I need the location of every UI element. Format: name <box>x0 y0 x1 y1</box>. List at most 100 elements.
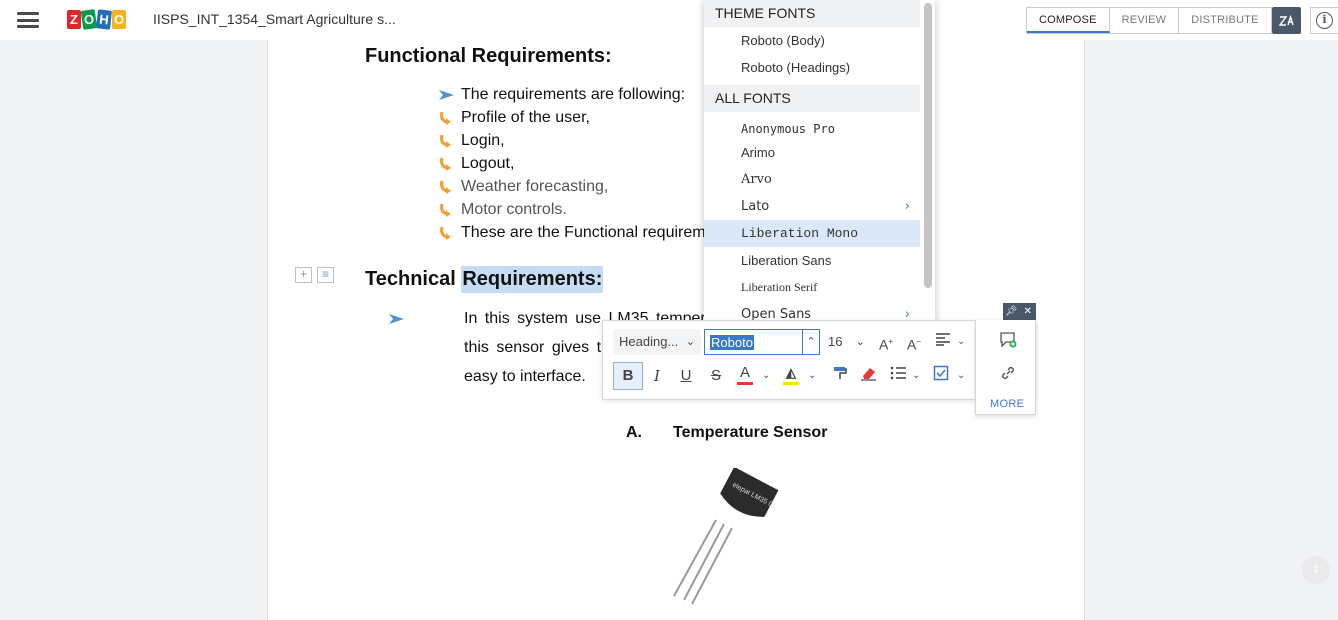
list-item[interactable]: Login, <box>438 129 714 152</box>
curved-arrow-bullet-icon <box>440 157 451 171</box>
font-option[interactable]: Arvo <box>704 166 920 193</box>
font-option-highlighted[interactable]: Liberation Mono <box>704 220 920 247</box>
pin-icon[interactable]: 📌︎ <box>1003 303 1020 320</box>
font-size-select[interactable]: 16 ⌄ <box>822 329 869 355</box>
strikethrough-icon[interactable]: S <box>705 365 727 387</box>
top-bar: Z O H O IISPS_INT_1354_Smart Agriculture… <box>0 0 1338 40</box>
theme-fonts-header: THEME FONTS <box>704 0 920 27</box>
font-option[interactable]: Lato › <box>704 193 920 220</box>
font-color-icon[interactable]: A <box>734 364 756 386</box>
info-button[interactable]: i <box>1310 7 1338 34</box>
selected-text[interactable]: Requirements: <box>461 266 604 293</box>
document-title[interactable]: IISPS_INT_1354_Smart Agriculture s... <box>153 11 396 27</box>
chevron-down-icon[interactable]: ⌄ <box>912 370 920 381</box>
list-item-text: The requirements are following: <box>461 86 686 103</box>
link-icon[interactable] <box>997 365 1019 387</box>
list-item-text: Login, <box>461 132 505 149</box>
paragraph-style-select[interactable]: Heading... ⌄ <box>613 329 701 355</box>
all-fonts-header: ALL FONTS <box>704 85 920 112</box>
block-menu-icon[interactable]: ≡ <box>317 267 334 283</box>
list-item-text: These are the Functional requireme <box>461 224 715 241</box>
font-option[interactable]: Liberation Sans <box>704 247 920 274</box>
curved-arrow-bullet-icon <box>440 203 451 217</box>
chevron-down-icon[interactable]: ⌄ <box>957 336 965 347</box>
font-option[interactable]: Roboto (Body) <box>704 27 920 54</box>
logo-letter: Z <box>67 10 81 29</box>
curved-arrow-bullet-icon <box>440 180 451 194</box>
zoho-logo[interactable]: Z O H O <box>67 9 126 30</box>
font-size-increase-icon[interactable]: A+ <box>875 331 897 353</box>
heading-functional-requirements[interactable]: Functional Requirements: <box>365 45 612 68</box>
highlight-icon[interactable]: ◭ <box>780 364 802 386</box>
underline-icon[interactable]: U <box>675 365 697 387</box>
style-value: Heading... <box>619 334 679 349</box>
bold-icon[interactable]: B <box>613 362 643 390</box>
font-option[interactable]: Roboto (Headings) <box>704 54 920 81</box>
list-item[interactable]: Motor controls. <box>438 198 714 221</box>
caption-text: Temperature Sensor <box>673 424 828 441</box>
font-family-input[interactable]: Roboto ⌃ <box>704 329 820 355</box>
list-item-text: Logout, <box>461 155 515 172</box>
font-family-dropdown[interactable]: THEME FONTS Roboto (Body) Roboto (Headin… <box>704 0 935 330</box>
font-option-label: Lato <box>741 199 770 214</box>
dropdown-scrollbar[interactable] <box>924 3 932 288</box>
list-item[interactable]: The requirements are following: <box>438 83 714 106</box>
arrow-bullet-icon <box>439 90 454 100</box>
heading-text: Technical <box>365 268 462 290</box>
heading-technical-requirements[interactable]: Technical Requirements: <box>365 266 604 293</box>
curved-arrow-bullet-icon <box>440 134 451 148</box>
section-tools: + ≡ <box>295 267 334 283</box>
tab-distribute[interactable]: DISTRIBUTE <box>1179 8 1270 33</box>
format-painter-icon[interactable] <box>829 365 851 387</box>
add-block-icon[interactable]: + <box>295 267 312 283</box>
zia-icon <box>1278 14 1294 26</box>
toolbar-pin-close: 📌︎ ✕ <box>1003 303 1036 320</box>
size-value: 16 <box>828 334 843 349</box>
sensor-body: elepat LM35 01 <box>720 468 779 517</box>
list-item[interactable]: Weather forecasting, <box>438 175 714 198</box>
list-item-text: Motor controls. <box>461 201 567 218</box>
list-item-text: Weather forecasting, <box>461 178 609 195</box>
list-item[interactable]: Profile of the user, <box>438 106 714 129</box>
list-item-text: Profile of the user, <box>461 109 590 126</box>
curved-arrow-bullet-icon <box>440 111 451 125</box>
sensor-leads <box>673 519 733 605</box>
caption-letter: A. <box>626 424 642 441</box>
italic-icon[interactable]: I <box>646 365 668 387</box>
temperature-sensor-image[interactable]: elepat LM35 01 <box>666 468 786 608</box>
tab-review[interactable]: REVIEW <box>1110 8 1180 33</box>
font-option[interactable]: Anonymous Pro <box>704 112 920 139</box>
mode-tabs: COMPOSE REVIEW DISTRIBUTE <box>1026 7 1272 34</box>
tab-compose[interactable]: COMPOSE <box>1027 8 1110 33</box>
chevron-right-icon: › <box>904 199 910 214</box>
chevron-down-icon[interactable]: ⌄ <box>957 370 965 381</box>
logo-letter: O <box>80 9 98 30</box>
arrow-bullet-icon <box>389 314 404 324</box>
chevron-up-icon[interactable]: ⌃ <box>802 330 819 354</box>
scroll-to-top-icon[interactable]: ⇕ <box>1302 556 1330 584</box>
chevron-down-icon[interactable]: ⌄ <box>808 370 816 381</box>
list-item[interactable]: Logout, <box>438 152 714 175</box>
more-options-button[interactable]: MORE <box>990 398 1024 410</box>
chevron-down-icon: ⌄ <box>855 336 865 348</box>
align-left-icon[interactable] <box>932 331 954 353</box>
chevron-down-icon[interactable]: ⌄ <box>762 370 770 381</box>
requirements-list: The requirements are following: Profile … <box>438 83 714 244</box>
hamburger-menu-icon[interactable] <box>17 12 39 28</box>
checklist-icon[interactable] <box>930 365 952 387</box>
chevron-down-icon: ⌄ <box>685 336 695 348</box>
curved-arrow-bullet-icon <box>440 226 451 240</box>
font-size-decrease-icon[interactable]: A− <box>903 331 925 353</box>
logo-letter: O <box>112 10 126 29</box>
bullet-list-icon[interactable] <box>887 365 909 387</box>
zia-button[interactable] <box>1272 7 1301 34</box>
font-value: Roboto <box>710 335 754 350</box>
close-icon[interactable]: ✕ <box>1020 303 1037 320</box>
figure-caption[interactable]: A. Temperature Sensor <box>626 424 827 442</box>
font-option[interactable]: Arimo <box>704 139 920 166</box>
clear-format-icon[interactable] <box>857 365 879 387</box>
info-icon: i <box>1316 12 1333 29</box>
add-comment-icon[interactable] <box>997 331 1019 353</box>
list-item[interactable]: These are the Functional requireme <box>438 221 714 244</box>
font-option[interactable]: Liberation Serif <box>704 274 920 301</box>
